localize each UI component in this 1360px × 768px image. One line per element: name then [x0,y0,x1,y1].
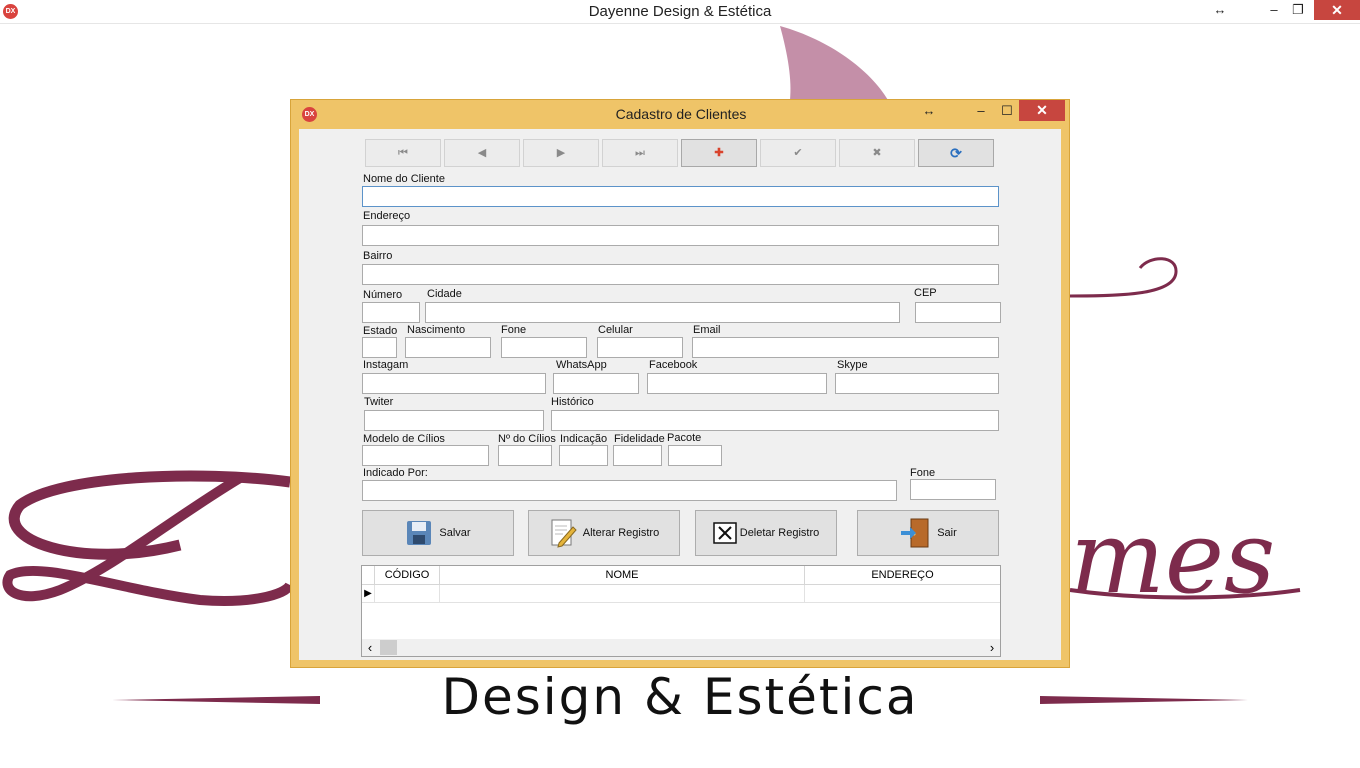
script-text: mes [1070,499,1275,616]
restore-button[interactable]: ❐ [1284,0,1312,20]
nav-first-button[interactable]: ⏮ [365,139,441,167]
grid-header-codigo[interactable]: CÓDIGO [375,566,440,585]
table-row[interactable] [440,585,805,603]
endereco-label: Endereço [363,210,411,222]
nav-refresh-button[interactable]: ⟳ [918,139,994,167]
deletar-registro-label: Deletar Registro [739,527,820,539]
celular-label: Celular [598,324,633,336]
alterar-registro-button[interactable]: Alterar Registro [528,510,680,556]
nav-prior-button[interactable]: ◀ [444,139,520,167]
nome-label: Nome do Cliente [363,173,445,185]
nav-post-button[interactable]: ✔ [760,139,836,167]
fone-input[interactable] [501,337,587,358]
resize-icon[interactable]: ↔ [1206,0,1234,20]
nav-insert-button[interactable]: ✚ [681,139,757,167]
historico-input[interactable] [551,410,999,431]
instagram-input[interactable] [362,373,546,394]
indicado-por-input[interactable] [362,480,897,501]
bairro-input[interactable] [362,264,999,285]
cep-label: CEP [914,287,937,299]
numero-input[interactable] [362,302,420,323]
scroll-right-button[interactable]: › [984,639,1000,656]
exit-door-icon [901,518,929,548]
dialog-minimize-button[interactable]: – [971,101,991,121]
table-row[interactable] [805,585,1000,603]
deletar-registro-button[interactable]: Deletar Registro [695,510,837,556]
clientes-grid[interactable]: CÓDIGO NOME ENDEREÇO ▶ ‹ › [361,565,1001,657]
twitter-input[interactable] [364,410,544,431]
historico-label: Histórico [551,396,594,408]
fidelidade-label: Fidelidade [614,433,665,445]
fone-indicado-input[interactable] [910,479,996,500]
dialog-title: Cadastro de Clientes [615,106,747,122]
celular-input[interactable] [597,337,683,358]
salvar-label: Salvar [439,527,471,539]
brand-tagline: Design & Estética [441,668,919,726]
close-button[interactable]: ✕ [1314,0,1360,20]
estado-input[interactable] [362,337,397,358]
bairro-label: Bairro [363,250,393,262]
indicacao-input[interactable] [559,445,608,466]
sair-button[interactable]: Sair [857,510,999,556]
indicado-por-label: Indicado Por: [363,467,428,479]
nascimento-label: Nascimento [407,324,466,336]
nascimento-input[interactable] [405,337,491,358]
email-input[interactable] [692,337,999,358]
nome-input[interactable] [362,186,999,207]
fidelidade-input[interactable] [613,445,662,466]
whatsapp-label: WhatsApp [556,359,607,371]
grid-indicator-header [362,566,375,585]
numero-label: Número [363,289,403,301]
nav-next-button[interactable]: ▶ [523,139,599,167]
cidade-input[interactable] [425,302,900,323]
cep-input[interactable] [915,302,1001,323]
sair-label: Sair [937,527,957,539]
indicacao-label: Indicação [560,433,608,445]
main-window-title: Dayenne Design & Estética [588,3,772,20]
estado-label: Estado [363,325,398,337]
alterar-registro-label: Alterar Registro [582,527,660,539]
horizontal-scrollbar[interactable]: ‹ › [362,639,1000,656]
email-label: Email [693,324,721,336]
facebook-input[interactable] [647,373,827,394]
facebook-label: Facebook [649,359,698,371]
whatsapp-input[interactable] [553,373,639,394]
pacote-input[interactable] [668,445,722,466]
pacote-label: Pacote [667,432,702,444]
edit-document-icon [551,519,577,548]
skype-input[interactable] [835,373,999,394]
fone-label: Fone [501,324,527,336]
modelo-cilios-input[interactable] [362,445,489,466]
endereco-input[interactable] [362,225,999,246]
skype-label: Skype [837,359,868,371]
nav-last-button[interactable]: ⏭ [602,139,678,167]
dialog-resize-icon[interactable]: ↔ [919,101,939,121]
floppy-disk-icon [407,521,432,545]
nav-cancel-button[interactable]: ✖ [839,139,915,167]
delete-x-icon [713,522,737,544]
fone-indicado-label: Fone [910,467,936,479]
n-cilios-input[interactable] [498,445,552,466]
table-row[interactable] [375,585,440,603]
modelo-cilios-label: Modelo de Cílios [363,433,445,445]
twitter-label: Twiter [364,396,394,408]
salvar-button[interactable]: Salvar [362,510,514,556]
grid-header-nome[interactable]: NOME [440,566,805,585]
dialog-maximize-button[interactable]: ☐ [997,101,1017,121]
dialog-close-button[interactable]: ✕ [1019,100,1065,121]
scroll-thumb[interactable] [380,640,397,655]
grid-header-endereco[interactable]: ENDEREÇO [805,566,1000,585]
scroll-left-button[interactable]: ‹ [362,639,378,656]
instagram-label: Instagam [363,359,409,371]
cidade-label: Cidade [427,288,462,300]
row-indicator-icon: ▶ [362,585,375,603]
n-cilios-label: Nº do Cílios [498,433,556,445]
